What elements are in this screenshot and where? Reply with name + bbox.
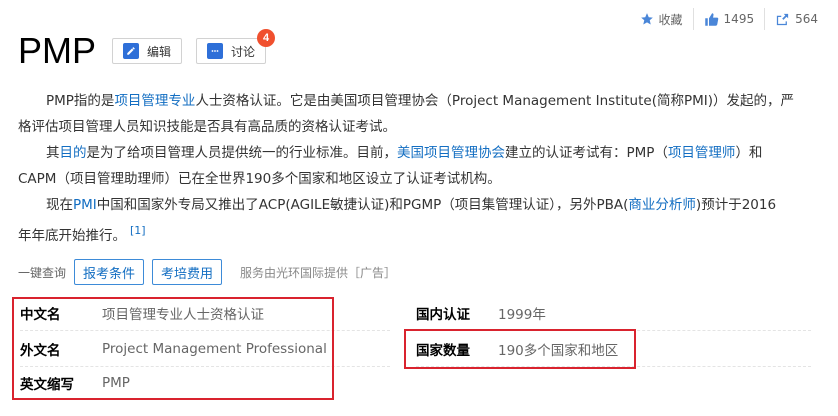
link-project-manager[interactable]: 项目管理师 xyxy=(668,145,736,161)
star-icon xyxy=(640,13,653,25)
highlight-box-right xyxy=(404,329,636,369)
text: )预计于2016 xyxy=(695,197,777,213)
paragraph-line: 格评估项目管理人员知识技能是否具有高品质的资格认证考试。 xyxy=(18,119,396,135)
exam-requirements-button[interactable]: 报考条件 xyxy=(74,259,145,285)
share-icon xyxy=(776,13,789,25)
text: 中国和国家外专局又推出了ACP(AGILE敏捷认证)和PGMP（项目集管理认证）… xyxy=(96,197,629,213)
text: PMP指的是 xyxy=(46,93,115,109)
share-count: 564 xyxy=(795,12,818,26)
pencil-icon xyxy=(123,43,140,59)
text: ）和 xyxy=(735,145,763,161)
paragraph-line: PMP指的是项目管理专业人士资格认证。它是由美国项目管理协会（Project M… xyxy=(18,88,808,114)
text: 建立的认证考试有：PMP（ xyxy=(505,145,668,161)
text: 年年底开始推行。 xyxy=(18,228,126,244)
edit-label: 编辑 xyxy=(147,44,172,59)
provider-ad-text: 服务由光环国际提供［广告］ xyxy=(240,265,397,280)
thumbs-up-icon xyxy=(704,12,718,26)
text: 其 xyxy=(46,145,60,161)
query-row: 一键查询 报考条件 考培费用 服务由光环国际提供［广告］ xyxy=(18,259,396,285)
discuss-label: 讨论 xyxy=(231,44,256,59)
paragraph-line: 现在PMI中国和国家外专局又推出了ACP(AGILE敏捷认证)和PGMP（项目集… xyxy=(18,192,808,218)
query-label: 一键查询 xyxy=(18,265,67,280)
paragraph-1: PMP指的是项目管理专业人士资格认证。它是由美国项目管理协会（Project M… xyxy=(18,88,808,140)
training-fees-button[interactable]: 考培费用 xyxy=(152,259,223,285)
text: 是为了给项目管理人员提供统一的行业标准。目前， xyxy=(86,145,398,161)
link-project-management-professional[interactable]: 项目管理专业 xyxy=(114,93,195,109)
info-row-domestic-certification: 国内认证 1999年 xyxy=(416,295,811,331)
info-value: 1999年 xyxy=(498,306,546,323)
comment-icon xyxy=(207,43,224,59)
paragraph-line: 其目的是为了给项目管理人员提供统一的行业标准。目前，美国项目管理协会建立的认证考… xyxy=(18,140,808,166)
favorite-button[interactable]: 收藏 xyxy=(630,8,693,30)
like-count: 1495 xyxy=(723,12,755,26)
share-button[interactable]: 564 xyxy=(764,8,828,30)
paragraph-line: 年年底开始推行。 [1] xyxy=(18,218,808,249)
link-purpose[interactable]: 目的 xyxy=(60,145,87,161)
link-pmi-association[interactable]: 美国项目管理协会 xyxy=(397,145,505,161)
discuss-button[interactable]: 讨论 4 xyxy=(196,29,276,64)
reference-link[interactable]: [1] xyxy=(130,224,146,237)
paragraph-line: CAPM（项目管理助理师）已在全世界190多个国家和地区设立了认证考试机构。 xyxy=(18,171,501,187)
title-row: PMP 编辑 讨论 4 xyxy=(18,29,276,72)
page-title: PMP xyxy=(18,30,97,71)
edit-button[interactable]: 编辑 xyxy=(112,38,183,64)
link-business-analyst[interactable]: 商业分析师 xyxy=(628,197,696,213)
like-button[interactable]: 1495 xyxy=(692,8,765,30)
discuss-count-badge: 4 xyxy=(257,29,276,47)
highlight-box-left xyxy=(12,297,334,400)
link-pmi[interactable]: PMI xyxy=(73,197,97,213)
favorite-label: 收藏 xyxy=(658,12,683,27)
paragraph-2: 其目的是为了给项目管理人员提供统一的行业标准。目前，美国项目管理协会建立的认证考… xyxy=(18,140,808,192)
paragraph-3: 现在PMI中国和国家外专局又推出了ACP(AGILE敏捷认证)和PGMP（项目集… xyxy=(18,192,808,249)
info-key: 国内认证 xyxy=(416,306,470,323)
text: 现在 xyxy=(46,197,73,213)
text: 人士资格认证。它是由美国项目管理协会（Project Management In… xyxy=(195,93,795,109)
top-actions: 收藏 1495 564 xyxy=(630,8,828,30)
